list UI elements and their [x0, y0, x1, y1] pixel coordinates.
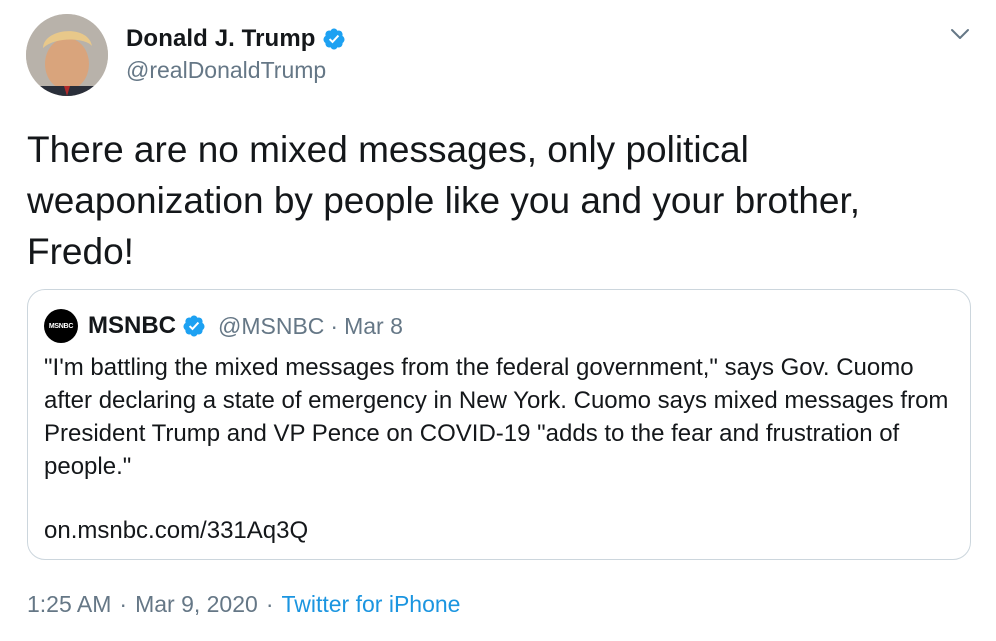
chevron-down-icon[interactable] [948, 22, 972, 46]
author-handle[interactable]: @realDonaldTrump [126, 57, 326, 84]
author-name-row: Donald J. Trump [126, 24, 346, 54]
separator-dot: · [330, 312, 339, 339]
tweet-date[interactable]: Mar 9, 2020 [135, 591, 258, 618]
avatar-image [26, 14, 108, 96]
quoted-tweet[interactable]: MSNBC MSNBC @MSNBC · Mar 8 "I'm battling… [27, 289, 971, 560]
quoted-author-name: MSNBC [88, 312, 176, 339]
tweet-card: Donald J. Trump @realDonaldTrump There a… [0, 0, 996, 641]
tweet-text: There are no mixed messages, only politi… [27, 129, 861, 272]
author-name[interactable]: Donald J. Trump [126, 25, 316, 53]
quoted-tweet-header: MSNBC MSNBC @MSNBC · Mar 8 [44, 309, 403, 343]
avatar[interactable] [26, 14, 108, 96]
verified-badge-icon [183, 315, 205, 337]
tweet-source-link[interactable]: Twitter for iPhone [281, 591, 460, 618]
msnbc-logo-icon: MSNBC [44, 309, 78, 343]
quoted-tweet-link[interactable]: on.msnbc.com/331Aq3Q [44, 517, 308, 545]
verified-badge-icon [323, 28, 345, 50]
tweet-metadata: 1:25 AM · Mar 9, 2020 · Twitter for iPho… [27, 591, 460, 618]
quoted-tweet-text: "I'm battling the mixed messages from th… [44, 354, 949, 480]
quoted-author-handle: @MSNBC [218, 312, 325, 339]
separator-dot: · [265, 591, 274, 617]
tweet-time[interactable]: 1:25 AM [27, 591, 111, 618]
quoted-date: Mar 8 [344, 312, 403, 339]
separator-dot: · [119, 591, 128, 617]
